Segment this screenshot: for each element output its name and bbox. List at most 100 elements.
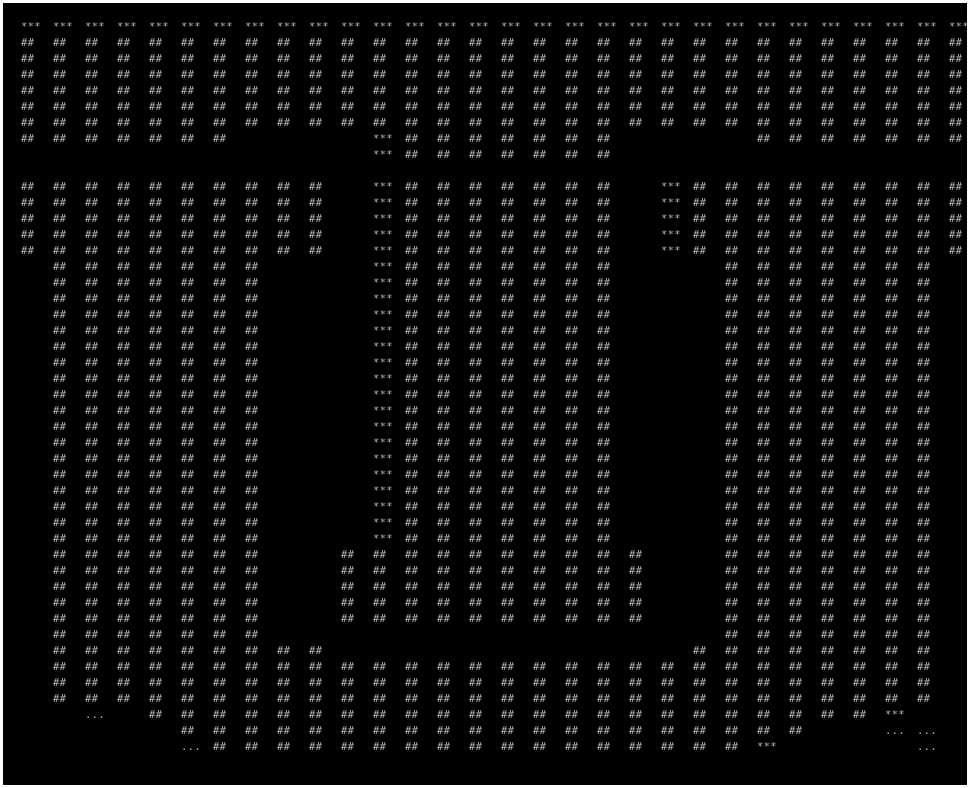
ascii-cell: ***	[181, 21, 201, 33]
ascii-cell: ##	[533, 661, 547, 673]
ascii-cell: ##	[181, 197, 195, 209]
ascii-cell: ##	[309, 677, 323, 689]
ascii-cell: ##	[821, 677, 835, 689]
ascii-cell: ##	[85, 485, 99, 497]
ascii-cell: ##	[853, 693, 867, 705]
ascii-cell: ##	[853, 133, 867, 145]
ascii-cell: ##	[725, 325, 739, 337]
ascii-cell: ##	[245, 469, 259, 481]
ascii-cell: ***	[373, 133, 393, 145]
ascii-cell: ##	[213, 517, 227, 529]
ascii-cell: ##	[565, 133, 579, 145]
terminal-window: *** *** *** *** *** *** *** *** *** *** *** *** *** *…	[3, 3, 967, 785]
ascii-cell: ##	[245, 373, 259, 385]
ascii-cell: ##	[213, 645, 227, 657]
ascii-cell: ##	[53, 421, 67, 433]
ascii-cell: ##	[181, 613, 195, 625]
ascii-cell: ##	[85, 101, 99, 113]
ascii-cell: ##	[53, 117, 67, 129]
ascii-cell: ##	[469, 485, 483, 497]
ascii-cell: ##	[309, 69, 323, 81]
ascii-cell: ##	[149, 565, 163, 577]
ascii-cell: ##	[501, 389, 515, 401]
ascii-cell: ##	[341, 549, 355, 561]
ascii-cell: ##	[245, 533, 259, 545]
ascii-cell: ##	[917, 277, 931, 289]
ascii-cell: ##	[213, 501, 227, 513]
ascii-cell: ##	[725, 213, 739, 225]
ascii-cell: ##	[85, 261, 99, 273]
ascii-cell: ##	[917, 437, 931, 449]
ascii-cell: ##	[437, 437, 451, 449]
ascii-cell: ##	[693, 725, 707, 737]
ascii-cell: ##	[149, 421, 163, 433]
ascii-cell: ##	[885, 85, 899, 97]
ascii-cell: ##	[949, 101, 963, 113]
ascii-cell: ##	[853, 101, 867, 113]
ascii-cell: ##	[789, 677, 803, 689]
ascii-cell: ##	[437, 421, 451, 433]
ascii-art-grid: *** *** *** *** *** *** *** *** *** *** *** *** *** *…	[3, 3, 967, 785]
ascii-cell: ##	[245, 261, 259, 273]
ascii-cell: ##	[85, 293, 99, 305]
ascii-cell: ##	[597, 469, 611, 481]
ascii-cell: ##	[85, 357, 99, 369]
ascii-cell: ***	[373, 197, 393, 209]
ascii-cell: ##	[53, 677, 67, 689]
ascii-cell: ##	[181, 469, 195, 481]
ascii-cell: ##	[885, 453, 899, 465]
ascii-cell: ##	[533, 229, 547, 241]
ascii-cell: ##	[405, 293, 419, 305]
ascii-cell: ##	[821, 469, 835, 481]
ascii-cell: ##	[405, 741, 419, 753]
ascii-cell: ##	[85, 85, 99, 97]
ascii-cell: ##	[821, 325, 835, 337]
ascii-cell: ##	[149, 341, 163, 353]
ascii-cell: ##	[21, 229, 35, 241]
ascii-cell: ##	[149, 213, 163, 225]
ascii-cell: ##	[789, 693, 803, 705]
ascii-cell: ##	[597, 597, 611, 609]
ascii-cell: ##	[181, 53, 195, 65]
ascii-cell: ##	[373, 565, 387, 577]
ascii-cell: ##	[341, 565, 355, 577]
ascii-cell: ##	[373, 677, 387, 689]
ascii-cell: ##	[437, 101, 451, 113]
ascii-cell: ##	[85, 405, 99, 417]
ascii-cell: ##	[885, 421, 899, 433]
ascii-cell: ##	[149, 613, 163, 625]
ascii-cell: ##	[917, 693, 931, 705]
ascii-cell: ##	[597, 277, 611, 289]
ascii-cell: ##	[821, 69, 835, 81]
ascii-cell: ***	[373, 309, 393, 321]
ascii-cell: ##	[181, 661, 195, 673]
ascii-cell: ##	[853, 485, 867, 497]
ascii-cell: ##	[597, 149, 611, 161]
ascii-cell: ##	[853, 325, 867, 337]
ascii-cell: ##	[53, 101, 67, 113]
ascii-cell: ##	[373, 725, 387, 737]
ascii-cell: ***	[661, 245, 681, 257]
ascii-cell: ##	[533, 325, 547, 337]
ascii-cell: ***	[757, 741, 777, 753]
ascii-cell: ##	[821, 709, 835, 721]
ascii-cell: ##	[565, 469, 579, 481]
ascii-cell: ##	[245, 197, 259, 209]
ascii-cell: ##	[853, 501, 867, 513]
ascii-cell: ##	[757, 661, 771, 673]
ascii-cell: ##	[437, 549, 451, 561]
ascii-cell: ##	[405, 485, 419, 497]
ascii-cell: ##	[245, 213, 259, 225]
ascii-cell: ##	[405, 149, 419, 161]
ascii-cell: ##	[405, 405, 419, 417]
ascii-cell: ##	[213, 325, 227, 337]
ascii-cell: ##	[757, 261, 771, 273]
ascii-cell: ##	[725, 341, 739, 353]
ascii-cell: ##	[853, 309, 867, 321]
ascii-cell: ##	[533, 373, 547, 385]
ascii-cell: ##	[85, 645, 99, 657]
ascii-cell: ##	[309, 725, 323, 737]
ascii-cell: ##	[405, 677, 419, 689]
ascii-cell: ##	[757, 85, 771, 97]
ascii-cell: ##	[853, 597, 867, 609]
